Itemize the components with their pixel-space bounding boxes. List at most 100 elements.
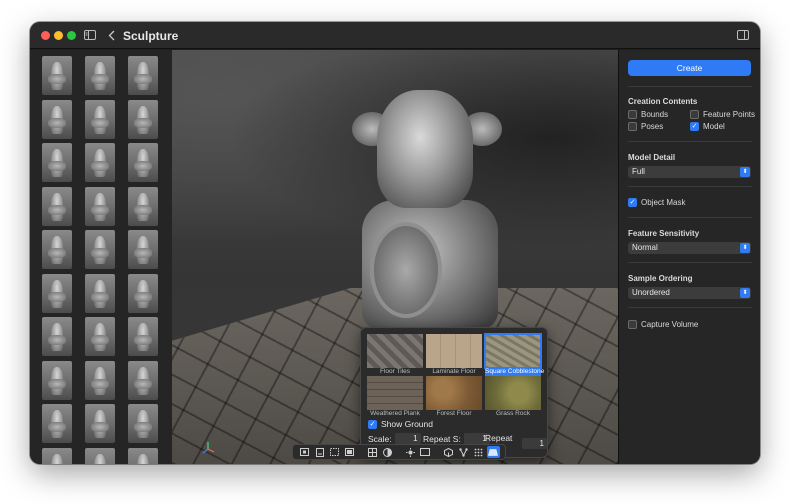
- creation-contents-label: Creation Contents: [628, 97, 698, 106]
- ground-material-popover: Floor Tiles Laminate Floor Square Cobble…: [360, 327, 548, 458]
- thumbnail-image: [48, 366, 66, 395]
- wireframe-grid-icon[interactable]: [366, 446, 379, 458]
- shading-icon[interactable]: [381, 446, 394, 458]
- thumbnail-image: [51, 453, 63, 464]
- checkmark-icon: ✓: [368, 419, 377, 429]
- points-icon[interactable]: [472, 446, 485, 458]
- material-swatch: [367, 376, 423, 410]
- feature-sensitivity-select[interactable]: Normal ⬍: [628, 242, 751, 254]
- zoom-window-button[interactable]: [67, 31, 76, 40]
- image-thumbnail[interactable]: [85, 273, 115, 313]
- image-thumbnail[interactable]: [128, 143, 158, 182]
- image-thumbnail[interactable]: [128, 317, 158, 356]
- thumbnail-image: [48, 192, 66, 221]
- chevron-left-icon[interactable]: [105, 27, 117, 43]
- image-thumbnail[interactable]: [85, 143, 115, 182]
- thumbnail-image: [134, 192, 152, 221]
- material-label: Laminate Floor: [432, 368, 476, 375]
- image-thumbnail[interactable]: [42, 230, 72, 269]
- cube-icon[interactable]: [442, 446, 455, 458]
- material-tile-square-cobblestone[interactable]: Square Cobblestone: [484, 333, 544, 376]
- image-thumbnail-list[interactable]: [30, 50, 172, 464]
- thumbnail-image: [48, 323, 66, 351]
- image-thumbnail[interactable]: [42, 143, 72, 182]
- grid-view-icon[interactable]: [328, 446, 341, 458]
- material-label: Grass Rock: [496, 410, 530, 417]
- checkbox-box: [628, 110, 637, 119]
- scale-field: Scale: 1: [368, 433, 421, 444]
- poses-checkbox[interactable]: Poses: [628, 122, 663, 131]
- material-tile-weathered-plank[interactable]: Weathered Plank: [367, 376, 423, 418]
- image-thumbnail[interactable]: [128, 447, 158, 464]
- material-tile-floor-tiles[interactable]: Floor Tiles: [367, 334, 423, 376]
- model-checkbox[interactable]: ✓ Model: [690, 122, 725, 131]
- image-thumbnail[interactable]: [42, 99, 72, 139]
- material-label: Floor Tiles: [380, 368, 410, 375]
- camera-icon[interactable]: [313, 446, 326, 458]
- model-detail-select[interactable]: Full ⬍: [628, 166, 751, 178]
- network-icon[interactable]: [457, 446, 470, 458]
- image-thumbnail[interactable]: [85, 186, 115, 226]
- image-thumbnail[interactable]: [85, 447, 115, 464]
- divider: [628, 141, 752, 142]
- image-thumbnail[interactable]: [42, 317, 72, 356]
- image-thumbnail[interactable]: [42, 273, 72, 313]
- image-thumbnail[interactable]: [42, 447, 72, 464]
- image-thumbnail[interactable]: [42, 360, 72, 400]
- divider: [628, 307, 752, 308]
- material-swatch: [367, 334, 423, 368]
- material-tile-forest-floor[interactable]: Forest Floor: [426, 376, 482, 418]
- feature-points-checkbox[interactable]: Feature Points: [690, 110, 755, 119]
- divider: [628, 86, 752, 87]
- image-thumbnail[interactable]: [128, 56, 158, 95]
- close-window-button[interactable]: [41, 31, 50, 40]
- create-button[interactable]: Create: [628, 60, 751, 76]
- image-thumbnail[interactable]: [85, 99, 115, 139]
- minimize-window-button[interactable]: [54, 31, 63, 40]
- light-icon[interactable]: [404, 446, 417, 458]
- thumbnail-image: [48, 410, 66, 438]
- image-thumbnail[interactable]: [128, 230, 158, 269]
- show-ground-checkbox[interactable]: ✓ Show Ground: [368, 419, 433, 429]
- capture-volume-checkbox[interactable]: Capture Volume: [628, 320, 698, 329]
- scale-input[interactable]: 1: [394, 433, 421, 444]
- thumbnail-image: [137, 453, 149, 464]
- checkmark-icon: ✓: [690, 122, 699, 131]
- material-label: Forest Floor: [436, 410, 472, 417]
- checkbox-box: [690, 110, 699, 119]
- image-thumbnail[interactable]: [128, 273, 158, 313]
- statue-model: [370, 222, 442, 318]
- image-thumbnail[interactable]: [42, 56, 72, 95]
- inspector-icon[interactable]: [736, 27, 750, 43]
- thumbnail-image: [91, 410, 109, 438]
- sidebar-icon[interactable]: [83, 27, 97, 43]
- image-thumbnail[interactable]: [85, 56, 115, 95]
- image-thumbnail[interactable]: [128, 99, 158, 139]
- image-thumbnail[interactable]: [128, 360, 158, 400]
- thumbnail-image: [134, 236, 152, 264]
- box-icon[interactable]: [419, 446, 432, 458]
- object-mask-checkbox[interactable]: ✓ Object Mask: [628, 198, 685, 207]
- model-viewport[interactable]: Floor Tiles Laminate Floor Square Cobble…: [172, 50, 618, 464]
- material-tile-grass-rock[interactable]: Grass Rock: [485, 376, 541, 418]
- object-mask-label: Object Mask: [641, 198, 686, 207]
- material-swatch: [484, 333, 542, 369]
- bounds-checkbox[interactable]: Bounds: [628, 110, 668, 119]
- image-thumbnail[interactable]: [128, 404, 158, 443]
- material-label: Weathered Plank: [370, 410, 420, 417]
- checkmark-icon: ✓: [628, 198, 637, 207]
- sample-ordering-select[interactable]: Unordered ⬍: [628, 287, 751, 299]
- image-thumbnail[interactable]: [85, 360, 115, 400]
- image-thumbnail[interactable]: [128, 186, 158, 226]
- material-tile-laminate-floor[interactable]: Laminate Floor: [426, 334, 482, 376]
- image-thumbnail[interactable]: [42, 404, 72, 443]
- texture-icon[interactable]: [343, 446, 356, 458]
- thumbnail-image: [91, 192, 109, 221]
- image-thumbnail[interactable]: [85, 317, 115, 356]
- repeat-t-input[interactable]: 1: [522, 437, 547, 449]
- image-thumbnail[interactable]: [85, 230, 115, 269]
- image-thumbnail[interactable]: [85, 404, 115, 443]
- ground-icon[interactable]: [486, 446, 500, 458]
- frame-icon[interactable]: [298, 446, 311, 458]
- image-thumbnail[interactable]: [42, 186, 72, 226]
